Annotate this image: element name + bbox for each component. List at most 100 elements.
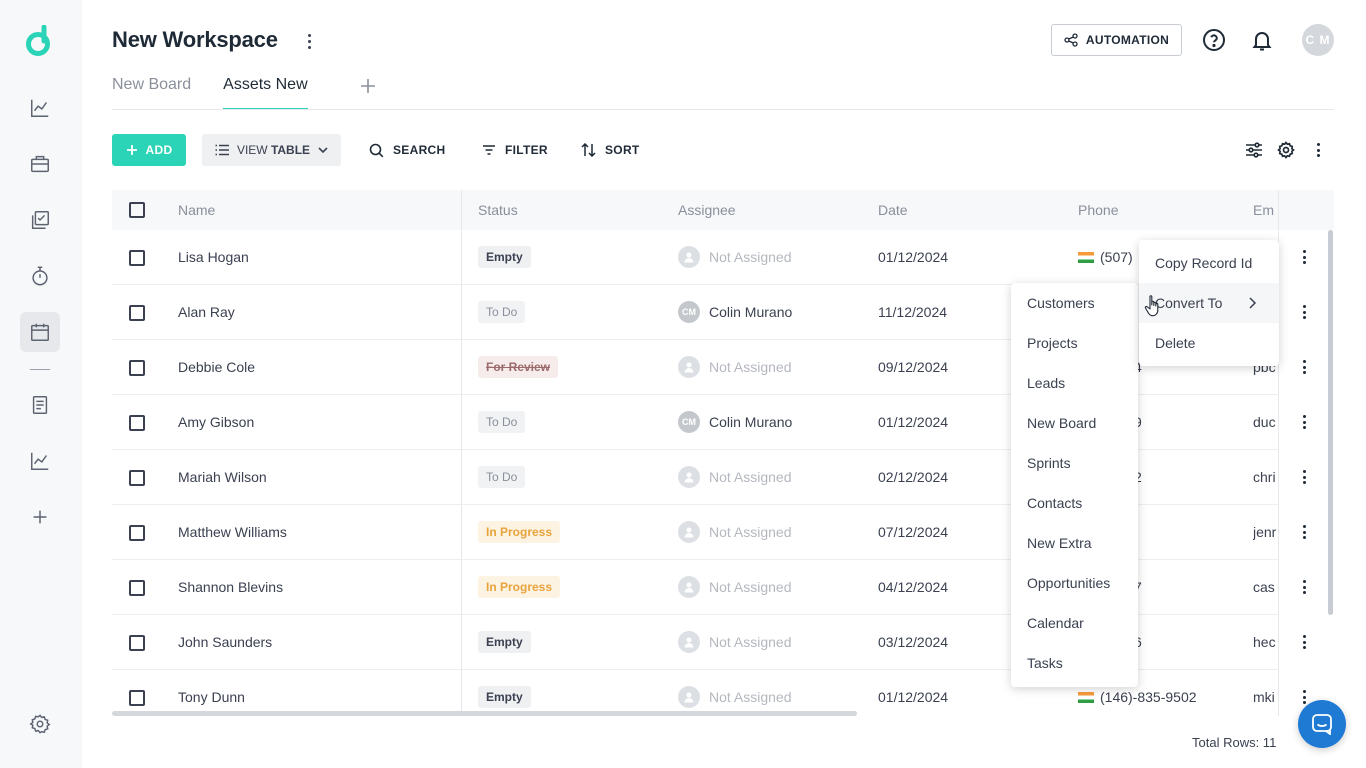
row-checkbox[interactable] xyxy=(129,635,145,651)
row-checkbox[interactable] xyxy=(129,690,145,706)
sort-button[interactable]: SORT xyxy=(581,134,640,166)
column-header-status[interactable]: Status xyxy=(478,202,518,218)
cell-date[interactable]: 04/12/2024 xyxy=(878,579,948,595)
user-avatar[interactable]: C M xyxy=(1302,24,1334,56)
table-row[interactable]: John Saunders Empty Not Assigned 03/12/2024… xyxy=(112,615,1334,670)
cell-name[interactable]: Lisa Hogan xyxy=(178,249,249,265)
cell-name[interactable]: Mariah Wilson xyxy=(178,469,267,485)
table-row[interactable]: Shannon Blevins In Progress Not Assigned 04… xyxy=(112,560,1334,615)
submenu-item[interactable]: Calendar xyxy=(1011,603,1138,643)
cell-assignee[interactable]: Not Assigned xyxy=(678,686,792,708)
add-record-button[interactable]: ADD xyxy=(112,134,186,166)
submenu-item[interactable]: Projects xyxy=(1011,323,1138,363)
cell-email[interactable]: chri xyxy=(1253,469,1278,485)
cell-assignee[interactable]: Not Assigned xyxy=(678,631,792,653)
vertical-scrollbar[interactable] xyxy=(1328,230,1333,615)
cell-assignee[interactable]: Not Assigned xyxy=(678,466,792,488)
view-selector[interactable]: VIEW TABLE xyxy=(202,134,341,166)
bell-icon[interactable] xyxy=(1250,28,1274,52)
row-menu-button[interactable] xyxy=(1301,635,1307,649)
sidebar-item-timer[interactable] xyxy=(20,256,60,296)
cell-date[interactable]: 01/12/2024 xyxy=(878,689,948,705)
cell-date[interactable]: 11/12/2024 xyxy=(878,304,947,320)
sidebar-item-calendar[interactable] xyxy=(20,312,60,352)
help-icon[interactable] xyxy=(1202,28,1226,52)
menu-item-delete[interactable]: Delete xyxy=(1139,323,1279,363)
row-checkbox[interactable] xyxy=(129,470,145,486)
table-row[interactable]: Tony Dunn Empty Not Assigned 01/12/2024 (146… xyxy=(112,670,1334,716)
chat-launcher-button[interactable] xyxy=(1298,700,1346,748)
table-row[interactable]: Mariah Wilson To Do Not Assigned 02/12/2024… xyxy=(112,450,1334,505)
sliders-icon[interactable] xyxy=(1244,140,1264,160)
row-menu-button[interactable] xyxy=(1301,250,1307,264)
status-badge[interactable]: To Do xyxy=(478,411,526,433)
tab-assets-new[interactable]: Assets New xyxy=(223,72,309,110)
cell-date[interactable]: 07/12/2024 xyxy=(878,524,948,540)
tab-new-board[interactable]: New Board xyxy=(112,72,191,110)
status-badge[interactable]: Empty xyxy=(478,686,531,708)
sidebar-item-add[interactable] xyxy=(20,497,60,537)
cell-name[interactable]: Amy Gibson xyxy=(178,414,254,430)
cell-name[interactable]: Tony Dunn xyxy=(178,689,245,705)
d-logo-icon[interactable] xyxy=(25,25,55,57)
cell-email[interactable]: duc xyxy=(1253,414,1278,430)
cell-assignee[interactable]: Not Assigned xyxy=(678,521,792,543)
horizontal-scrollbar[interactable] xyxy=(112,711,857,716)
status-badge[interactable]: Empty xyxy=(478,246,531,268)
cell-email[interactable]: cas xyxy=(1253,579,1278,595)
sidebar-item-tasks[interactable] xyxy=(20,200,60,240)
status-badge[interactable]: In Progress xyxy=(478,521,561,543)
row-menu-button[interactable] xyxy=(1301,525,1307,539)
cell-date[interactable]: 09/12/2024 xyxy=(878,359,948,375)
cell-name[interactable]: Debbie Cole xyxy=(178,359,255,375)
cell-date[interactable]: 03/12/2024 xyxy=(878,634,948,650)
status-badge[interactable]: In Progress xyxy=(478,576,561,598)
status-badge[interactable]: To Do xyxy=(478,466,526,488)
cell-phone[interactable]: (146)-835-9502 xyxy=(1078,689,1197,705)
cell-name[interactable]: John Saunders xyxy=(178,634,272,650)
submenu-item[interactable]: Leads xyxy=(1011,363,1138,403)
search-button[interactable]: SEARCH xyxy=(369,134,445,166)
cell-assignee[interactable]: Not Assigned xyxy=(678,576,792,598)
cell-date[interactable]: 01/12/2024 xyxy=(878,414,948,430)
status-badge[interactable]: For Review xyxy=(478,356,559,378)
submenu-item[interactable]: New Board xyxy=(1011,403,1138,443)
table-row[interactable]: Amy GibsonTo DoCMColin Murano01/12/2024-… xyxy=(112,395,1334,450)
column-header-email[interactable]: Em xyxy=(1253,202,1274,218)
sidebar-item-dashboard[interactable] xyxy=(20,88,60,128)
cell-name[interactable]: Shannon Blevins xyxy=(178,579,283,595)
sidebar-item-reports[interactable] xyxy=(20,441,60,481)
status-badge[interactable]: To Do xyxy=(478,301,526,323)
cell-email[interactable]: mki xyxy=(1253,689,1278,705)
row-checkbox[interactable] xyxy=(129,250,145,266)
submenu-item[interactable]: Tasks xyxy=(1011,643,1138,683)
row-menu-button[interactable] xyxy=(1301,305,1307,319)
row-menu-button[interactable] xyxy=(1301,580,1307,594)
submenu-item[interactable]: Opportunities xyxy=(1011,563,1138,603)
cell-assignee[interactable]: Not Assigned xyxy=(678,356,792,378)
cell-assignee[interactable]: CM Colin Murano xyxy=(678,411,792,433)
cell-name[interactable]: Matthew Williams xyxy=(178,524,287,540)
cell-email[interactable]: jenr xyxy=(1253,524,1278,540)
sidebar-item-documents[interactable] xyxy=(20,385,60,425)
sidebar-item-settings[interactable] xyxy=(20,704,60,744)
row-checkbox[interactable] xyxy=(129,525,145,541)
column-header-name[interactable]: Name xyxy=(178,202,215,218)
row-checkbox[interactable] xyxy=(129,360,145,376)
filter-button[interactable]: FILTER xyxy=(482,134,548,166)
row-checkbox[interactable] xyxy=(129,580,145,596)
row-menu-button[interactable] xyxy=(1301,690,1307,704)
cell-date[interactable]: 02/12/2024 xyxy=(878,469,948,485)
row-menu-button[interactable] xyxy=(1301,470,1307,484)
row-checkbox[interactable] xyxy=(129,305,145,321)
submenu-item[interactable]: Sprints xyxy=(1011,443,1138,483)
cell-assignee[interactable]: Not Assigned xyxy=(678,246,792,268)
add-tab-plus-icon[interactable] xyxy=(357,75,379,97)
gear-icon[interactable] xyxy=(1276,140,1296,160)
automation-button[interactable]: AUTOMATION xyxy=(1051,24,1182,56)
cell-email[interactable]: hec xyxy=(1253,634,1278,650)
column-header-assignee[interactable]: Assignee xyxy=(678,202,736,218)
row-menu-button[interactable] xyxy=(1301,360,1307,374)
submenu-item[interactable]: New Extra xyxy=(1011,523,1138,563)
row-menu-button[interactable] xyxy=(1301,415,1307,429)
